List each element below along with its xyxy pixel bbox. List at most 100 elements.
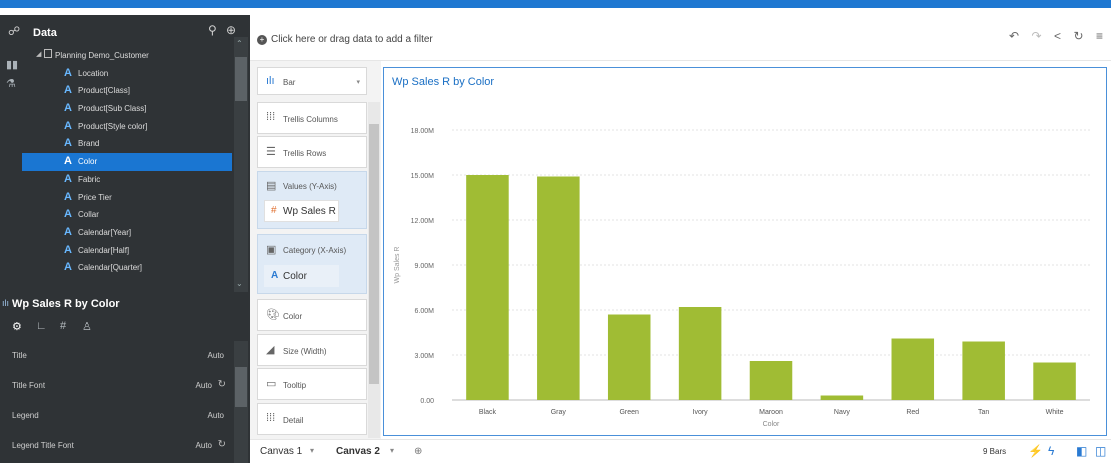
property-row[interactable]: Legend Auto	[0, 401, 234, 431]
add-filter-icon[interactable]: +	[257, 35, 267, 45]
tab-axis-icon[interactable]: ∟	[36, 320, 47, 332]
detail-drop[interactable]: ⁞⁞⁞ Detail	[257, 403, 367, 435]
scroll-up-icon[interactable]: ⌃	[236, 39, 243, 48]
auto-insights-icon[interactable]: ⚡	[1028, 444, 1043, 458]
chart-canvas[interactable]: Wp Sales R by Color 0.00 3.00M 6.00M 9.00M 1…	[383, 67, 1107, 436]
trellis-rows-drop[interactable]: ☰ Trellis Rows	[257, 136, 367, 168]
add-canvas-icon[interactable]: ⊕	[414, 446, 422, 457]
tree-item[interactable]: A Calendar[Half]	[22, 242, 232, 260]
properties-scrollbar[interactable]	[234, 341, 248, 463]
property-row[interactable]: Title Font Auto ↻	[0, 371, 234, 401]
attribute-icon: A	[64, 190, 72, 203]
bar[interactable]	[962, 341, 1005, 401]
tree-item[interactable]: A Calendar[Quarter]	[22, 259, 232, 277]
bar[interactable]	[537, 176, 580, 401]
share-icon[interactable]: <	[1054, 29, 1061, 43]
bar[interactable]	[678, 307, 722, 400]
values-axis-icon: ▤	[266, 180, 277, 192]
property-key: Legend	[12, 411, 39, 420]
tree-item[interactable]: A Product[Class]	[22, 82, 232, 100]
bar[interactable]	[1033, 362, 1076, 401]
x-tick-label: Maroon	[759, 409, 783, 416]
data-tree-scrollbar[interactable]: ⌃ ⌄	[234, 37, 248, 292]
lightning-icon[interactable]: ϟ	[1048, 444, 1054, 458]
tree-item-label: Location	[78, 68, 109, 78]
color-drop[interactable]: 🎨︎ Color	[257, 299, 367, 331]
tree-item[interactable]: A Product[Style color]	[22, 118, 232, 136]
tree-item[interactable]: A Fabric	[22, 171, 232, 189]
scroll-down-icon[interactable]: ⌄	[236, 279, 243, 288]
chart-type-select[interactable]: ılı Bar ▾	[257, 67, 367, 95]
tooltip-drop[interactable]: ▭ Tooltip	[257, 368, 367, 400]
bar[interactable]	[607, 314, 651, 401]
attribute-icon: A	[64, 225, 72, 238]
properties-scroll-thumb[interactable]	[235, 367, 247, 407]
menu-icon[interactable]: ≡	[1096, 29, 1103, 43]
tree-item-label: Color	[78, 157, 98, 167]
tree-root[interactable]: ◢ Planning Demo_Customer	[22, 47, 232, 65]
x-tick-label: Gray	[551, 409, 567, 416]
tab-canvas-1[interactable]: Canvas 1	[260, 446, 302, 457]
trellis-rows-label: Trellis Rows	[283, 149, 327, 158]
properties-title: Wp Sales R by Color	[12, 298, 120, 310]
bar[interactable]	[891, 338, 935, 401]
grammar-scroll-thumb[interactable]	[369, 124, 379, 384]
bar-chart: 0.00 3.00M 6.00M 9.00M 12.00M 15.00M 18.00M Bla…	[394, 128, 1090, 428]
grammar-scrollbar[interactable]	[368, 102, 380, 438]
tree-item-label: Price Tier	[78, 192, 112, 202]
filter-placeholder[interactable]: Click here or drag data to add a filter	[271, 34, 433, 45]
values-pill[interactable]: # Wp Sales R	[264, 200, 339, 222]
x-tick-label: Navy	[834, 409, 850, 416]
color-label: Color	[283, 312, 303, 321]
y-tick-label: 9.00M	[415, 263, 435, 270]
trellis-columns-drop[interactable]: ⁞⁞⁞ Trellis Columns	[257, 102, 367, 134]
add-data-icon[interactable]: ⊕	[226, 23, 236, 37]
bar[interactable]	[749, 361, 793, 400]
bar[interactable]	[820, 395, 864, 401]
tree-item[interactable]: A Calendar[Year]	[22, 224, 232, 242]
tree-item[interactable]: A Color	[22, 153, 232, 171]
tree-item-label: Fabric	[78, 174, 101, 184]
tree-item[interactable]: A Collar	[22, 206, 232, 224]
tab-analytics-icon[interactable]: ♙	[82, 320, 92, 333]
property-row[interactable]: Title Auto	[0, 341, 234, 371]
attribute-icon: A	[64, 137, 72, 150]
analytics-icon[interactable]: ⚗	[6, 77, 16, 90]
color-palette-icon: 🎨︎	[266, 309, 280, 321]
font-settings-icon[interactable]: ↻	[218, 439, 226, 450]
property-row[interactable]: Legend Title Font Auto ↻	[0, 431, 234, 461]
panel-right-icon[interactable]: ◫	[1095, 444, 1106, 458]
search-icon[interactable]: ⚲	[208, 23, 217, 37]
tree-item[interactable]: A Price Tier	[22, 189, 232, 207]
tab-general-icon[interactable]: ⚙	[12, 320, 22, 333]
canvas-1-chevron-icon[interactable]: ▾	[310, 446, 314, 455]
chevron-down-icon: ▾	[356, 79, 360, 86]
canvas-2-chevron-icon[interactable]: ▾	[390, 446, 394, 455]
category-pill[interactable]: A Color	[264, 265, 339, 287]
tab-canvas-2[interactable]: Canvas 2	[336, 446, 380, 457]
values-drop[interactable]: ▤ Values (Y-Axis) # Wp Sales R	[257, 171, 367, 229]
filter-bar[interactable]: + Click here or drag data to add a filte…	[250, 15, 1111, 61]
data-tree: ◢ Planning Demo_Customer A Location A Produ…	[22, 47, 232, 277]
bar-chart-icon: ılı	[2, 298, 10, 308]
refresh-icon[interactable]: ↻	[1073, 29, 1083, 43]
tree-item[interactable]: A Location	[22, 65, 232, 83]
size-drop[interactable]: ◢ Size (Width)	[257, 334, 367, 366]
undo-icon[interactable]: ↶	[1009, 29, 1019, 43]
tree-item[interactable]: A Brand	[22, 135, 232, 153]
panel-left-icon[interactable]: ◧	[1076, 444, 1087, 458]
redo-icon[interactable]: ↷	[1031, 29, 1041, 43]
bar[interactable]	[466, 175, 509, 400]
property-value[interactable]: Auto	[208, 351, 224, 360]
scroll-thumb[interactable]	[235, 57, 247, 101]
font-settings-icon[interactable]: ↻	[218, 379, 226, 390]
collapse-icon[interactable]: ◢	[36, 50, 41, 58]
x-tick-label: White	[1046, 409, 1064, 416]
category-drop[interactable]: ▣ Category (X-Axis) A Color	[257, 234, 367, 294]
visualizations-icon[interactable]: ▮▮	[6, 58, 18, 71]
property-value[interactable]: Auto	[196, 441, 212, 450]
tab-values-icon[interactable]: #	[60, 320, 66, 332]
property-value[interactable]: Auto	[196, 381, 212, 390]
tree-item[interactable]: A Product[Sub Class]	[22, 100, 232, 118]
property-value[interactable]: Auto	[208, 411, 224, 420]
